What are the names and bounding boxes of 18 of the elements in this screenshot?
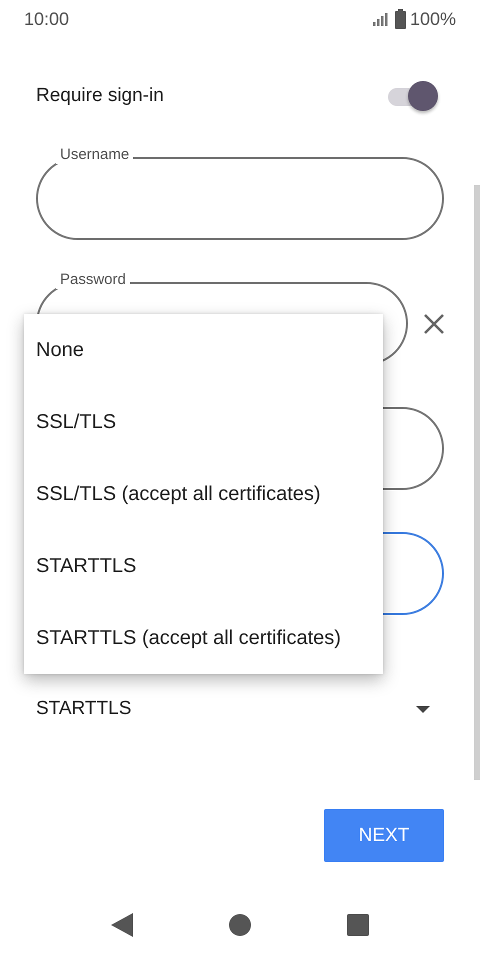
- toggle-switch[interactable]: [386, 80, 440, 112]
- menu-item[interactable]: None: [24, 338, 84, 362]
- menu-item[interactable]: STARTTLS (accept all certificates): [24, 626, 341, 650]
- menu-item[interactable]: SSL/TLS: [24, 410, 116, 434]
- dropdown-caret-icon[interactable]: [416, 706, 430, 712]
- clear-icon[interactable]: [424, 314, 444, 334]
- menu-item[interactable]: STARTTLS: [24, 554, 136, 578]
- home-icon[interactable]: [229, 914, 251, 936]
- battery-level: 100%: [410, 8, 456, 30]
- switch-label: Require sign-in: [36, 85, 164, 107]
- battery-icon: [394, 9, 406, 29]
- menu-item[interactable]: SSL/TLS (accept all certificates): [24, 482, 321, 506]
- back-icon[interactable]: [111, 913, 133, 937]
- dropdown-value[interactable]: STARTTLS: [36, 698, 132, 720]
- clock: 10:00: [24, 8, 70, 30]
- field-label: Password: [56, 271, 130, 289]
- next-button[interactable]: NEXT: [324, 809, 444, 862]
- field-label: Username: [56, 146, 134, 164]
